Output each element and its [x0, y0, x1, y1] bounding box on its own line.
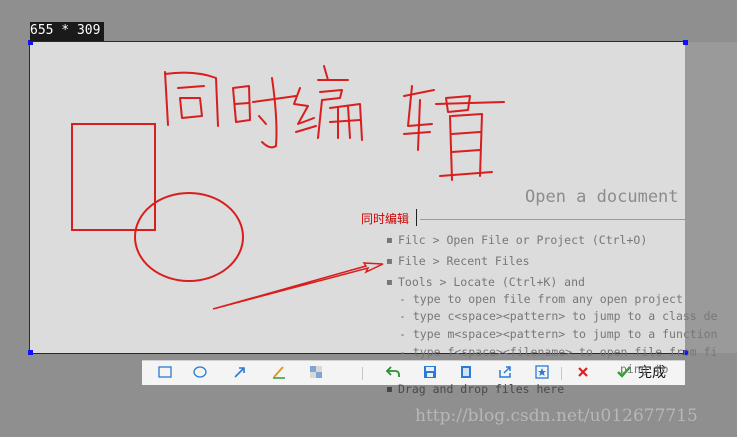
share-icon[interactable]	[496, 363, 514, 381]
copy-icon[interactable]	[457, 363, 475, 381]
mosaic-tool-icon[interactable]	[307, 363, 325, 381]
arrow-tool-icon[interactable]	[231, 363, 249, 381]
text-annotation[interactable]: 同时编辑	[361, 210, 409, 227]
handwritten-title	[164, 65, 505, 181]
drawn-arrow	[212, 262, 384, 310]
pen-tool-icon[interactable]	[270, 363, 288, 381]
watermark-url: http://blog.csdn.net/u012677715	[415, 406, 698, 426]
save-icon[interactable]	[421, 363, 439, 381]
rectangle-tool-icon[interactable]	[156, 363, 174, 381]
pin-icon[interactable]	[533, 363, 551, 381]
hint-drag-drop: Drag and drop files here	[398, 382, 565, 396]
toolbar-divider	[561, 367, 562, 380]
hint-jump-partial: ping to	[620, 362, 669, 376]
undo-icon[interactable]	[384, 363, 402, 381]
toolbar-divider	[362, 367, 363, 380]
bullet-icon: ▪	[386, 384, 393, 395]
ellipse-tool-icon[interactable]	[191, 363, 209, 381]
text-cursor	[416, 209, 417, 226]
cancel-icon[interactable]	[574, 363, 592, 381]
drawn-ellipse	[134, 192, 244, 282]
